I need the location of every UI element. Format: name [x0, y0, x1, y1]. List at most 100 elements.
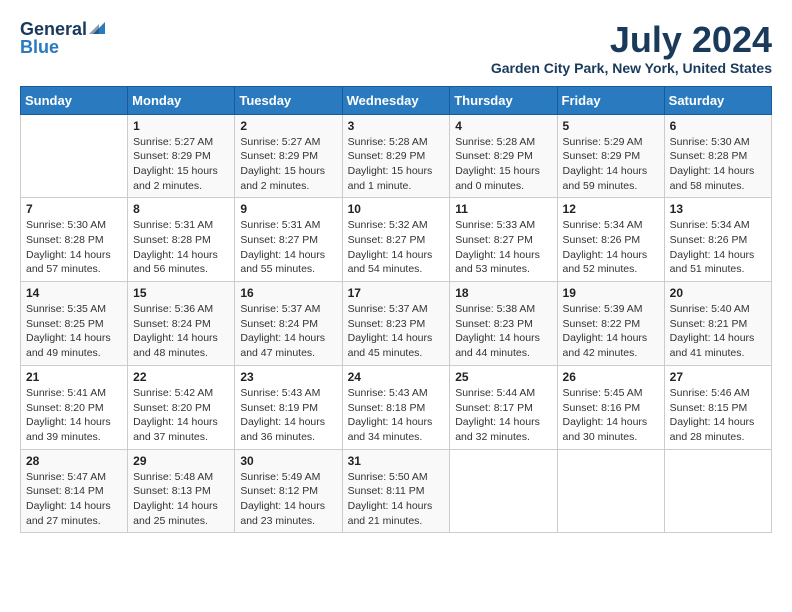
- day-info: Sunrise: 5:37 AMSunset: 8:24 PMDaylight:…: [240, 302, 336, 361]
- day-info: Sunrise: 5:29 AMSunset: 8:29 PMDaylight:…: [563, 135, 659, 194]
- day-info: Sunrise: 5:46 AMSunset: 8:15 PMDaylight:…: [670, 386, 766, 445]
- day-number: 22: [133, 370, 229, 384]
- day-number: 20: [670, 286, 766, 300]
- calendar-cell: 13 Sunrise: 5:34 AMSunset: 8:26 PMDayligh…: [664, 198, 771, 282]
- day-info: Sunrise: 5:28 AMSunset: 8:29 PMDaylight:…: [455, 135, 551, 194]
- calendar-cell: 31Sunrise: 5:50 AMSunset: 8:11 PMDayligh…: [342, 449, 450, 533]
- page-header: General Blue July 2024 Garden City Park,…: [20, 20, 772, 76]
- calendar-header: Sunday Monday Tuesday Wednesday Thursday…: [21, 86, 772, 114]
- day-info: Sunrise: 5:42 AMSunset: 8:20 PMDaylight:…: [133, 386, 229, 445]
- day-info: Sunrise: 5:40 AMSunset: 8:21 PMDaylight:…: [670, 302, 766, 361]
- day-info: Sunrise: 5:38 AMSunset: 8:23 PMDaylight:…: [455, 302, 551, 361]
- day-number: 4: [455, 119, 551, 133]
- logo-general-text: General: [20, 20, 87, 38]
- calendar-cell: [450, 449, 557, 533]
- day-info: Sunrise: 5:28 AMSunset: 8:29 PMDaylight:…: [348, 135, 445, 194]
- day-info: Sunrise: 5:30 AMSunset: 8:28 PMDaylight:…: [26, 218, 122, 277]
- calendar-cell: 29Sunrise: 5:48 AMSunset: 8:13 PMDayligh…: [128, 449, 235, 533]
- calendar-cell: 15Sunrise: 5:36 AMSunset: 8:24 PMDayligh…: [128, 282, 235, 366]
- col-friday: Friday: [557, 86, 664, 114]
- day-number: 18: [455, 286, 551, 300]
- day-info: Sunrise: 5:34 AMSunset: 8:26 PMDaylight:…: [670, 218, 766, 277]
- day-number: 7: [26, 202, 122, 216]
- calendar-cell: 22 Sunrise: 5:42 AMSunset: 8:20 PMDayligh…: [128, 365, 235, 449]
- calendar-cell: 10 Sunrise: 5:32 AMSunset: 8:27 PMDayligh…: [342, 198, 450, 282]
- calendar-cell: 7 Sunrise: 5:30 AMSunset: 8:28 PMDaylight…: [21, 198, 128, 282]
- day-number: 6: [670, 119, 766, 133]
- day-number: 13: [670, 202, 766, 216]
- calendar-cell: 5 Sunrise: 5:29 AMSunset: 8:29 PMDaylight…: [557, 114, 664, 198]
- calendar-cell: 20 Sunrise: 5:40 AMSunset: 8:21 PMDayligh…: [664, 282, 771, 366]
- day-number: 16: [240, 286, 336, 300]
- calendar-cell: [664, 449, 771, 533]
- title-block: July 2024 Garden City Park, New York, Un…: [491, 20, 772, 76]
- day-info: Sunrise: 5:27 AMSunset: 8:29 PMDaylight:…: [240, 135, 336, 194]
- day-number: 15: [133, 286, 229, 300]
- calendar-cell: 4 Sunrise: 5:28 AMSunset: 8:29 PMDaylight…: [450, 114, 557, 198]
- day-number: 26: [563, 370, 659, 384]
- calendar-week-row: 1Sunrise: 5:27 AMSunset: 8:29 PMDaylight…: [21, 114, 772, 198]
- day-info: Sunrise: 5:45 AMSunset: 8:16 PMDaylight:…: [563, 386, 659, 445]
- calendar-cell: 11 Sunrise: 5:33 AMSunset: 8:27 PMDayligh…: [450, 198, 557, 282]
- calendar-cell: 1Sunrise: 5:27 AMSunset: 8:29 PMDaylight…: [128, 114, 235, 198]
- day-info: Sunrise: 5:39 AMSunset: 8:22 PMDaylight:…: [563, 302, 659, 361]
- col-monday: Monday: [128, 86, 235, 114]
- calendar-week-row: 7 Sunrise: 5:30 AMSunset: 8:28 PMDaylight…: [21, 198, 772, 282]
- day-number: 27: [670, 370, 766, 384]
- day-info: Sunrise: 5:31 AMSunset: 8:27 PMDaylight:…: [240, 218, 336, 277]
- day-number: 19: [563, 286, 659, 300]
- calendar-cell: 3 Sunrise: 5:28 AMSunset: 8:29 PMDaylight…: [342, 114, 450, 198]
- day-info: Sunrise: 5:43 AMSunset: 8:19 PMDaylight:…: [240, 386, 336, 445]
- calendar-cell: 19 Sunrise: 5:39 AMSunset: 8:22 PMDayligh…: [557, 282, 664, 366]
- logo-blue-text: Blue: [20, 38, 59, 56]
- day-number: 12: [563, 202, 659, 216]
- calendar-body: 1Sunrise: 5:27 AMSunset: 8:29 PMDaylight…: [21, 114, 772, 533]
- calendar-cell: 14 Sunrise: 5:35 AMSunset: 8:25 PMDayligh…: [21, 282, 128, 366]
- day-info: Sunrise: 5:34 AMSunset: 8:26 PMDaylight:…: [563, 218, 659, 277]
- day-info: Sunrise: 5:37 AMSunset: 8:23 PMDaylight:…: [348, 302, 445, 361]
- day-info: Sunrise: 5:43 AMSunset: 8:18 PMDaylight:…: [348, 386, 445, 445]
- month-title: July 2024: [491, 20, 772, 60]
- day-info: Sunrise: 5:47 AMSunset: 8:14 PMDaylight:…: [26, 470, 122, 529]
- day-number: 30: [240, 454, 336, 468]
- day-number: 23: [240, 370, 336, 384]
- calendar-week-row: 28Sunrise: 5:47 AMSunset: 8:14 PMDayligh…: [21, 449, 772, 533]
- day-number: 25: [455, 370, 551, 384]
- day-number: 2: [240, 119, 336, 133]
- day-info: Sunrise: 5:41 AMSunset: 8:20 PMDaylight:…: [26, 386, 122, 445]
- day-number: 3: [348, 119, 445, 133]
- day-number: 10: [348, 202, 445, 216]
- calendar-cell: 17Sunrise: 5:37 AMSunset: 8:23 PMDayligh…: [342, 282, 450, 366]
- day-info: Sunrise: 5:49 AMSunset: 8:12 PMDaylight:…: [240, 470, 336, 529]
- col-sunday: Sunday: [21, 86, 128, 114]
- calendar-week-row: 21Sunrise: 5:41 AMSunset: 8:20 PMDayligh…: [21, 365, 772, 449]
- calendar-cell: 27 Sunrise: 5:46 AMSunset: 8:15 PMDayligh…: [664, 365, 771, 449]
- day-number: 14: [26, 286, 122, 300]
- calendar-cell: [21, 114, 128, 198]
- day-number: 11: [455, 202, 551, 216]
- day-info: Sunrise: 5:33 AMSunset: 8:27 PMDaylight:…: [455, 218, 551, 277]
- calendar-cell: 9 Sunrise: 5:31 AMSunset: 8:27 PMDaylight…: [235, 198, 342, 282]
- calendar-cell: 23 Sunrise: 5:43 AMSunset: 8:19 PMDayligh…: [235, 365, 342, 449]
- calendar-cell: 8Sunrise: 5:31 AMSunset: 8:28 PMDaylight…: [128, 198, 235, 282]
- day-info: Sunrise: 5:32 AMSunset: 8:27 PMDaylight:…: [348, 218, 445, 277]
- day-info: Sunrise: 5:44 AMSunset: 8:17 PMDaylight:…: [455, 386, 551, 445]
- calendar-cell: 2 Sunrise: 5:27 AMSunset: 8:29 PMDaylight…: [235, 114, 342, 198]
- calendar-cell: 28Sunrise: 5:47 AMSunset: 8:14 PMDayligh…: [21, 449, 128, 533]
- calendar-cell: 25 Sunrise: 5:44 AMSunset: 8:17 PMDayligh…: [450, 365, 557, 449]
- day-number: 9: [240, 202, 336, 216]
- day-info: Sunrise: 5:50 AMSunset: 8:11 PMDaylight:…: [348, 470, 445, 529]
- calendar-cell: 26 Sunrise: 5:45 AMSunset: 8:16 PMDayligh…: [557, 365, 664, 449]
- day-number: 24: [348, 370, 445, 384]
- calendar-cell: 18 Sunrise: 5:38 AMSunset: 8:23 PMDayligh…: [450, 282, 557, 366]
- calendar-cell: 24 Sunrise: 5:43 AMSunset: 8:18 PMDayligh…: [342, 365, 450, 449]
- day-info: Sunrise: 5:31 AMSunset: 8:28 PMDaylight:…: [133, 218, 229, 277]
- day-info: Sunrise: 5:48 AMSunset: 8:13 PMDaylight:…: [133, 470, 229, 529]
- col-wednesday: Wednesday: [342, 86, 450, 114]
- calendar-cell: 12 Sunrise: 5:34 AMSunset: 8:26 PMDayligh…: [557, 198, 664, 282]
- day-info: Sunrise: 5:30 AMSunset: 8:28 PMDaylight:…: [670, 135, 766, 194]
- logo: General Blue: [20, 20, 105, 56]
- day-info: Sunrise: 5:35 AMSunset: 8:25 PMDaylight:…: [26, 302, 122, 361]
- logo-icon: [89, 20, 105, 36]
- day-number: 5: [563, 119, 659, 133]
